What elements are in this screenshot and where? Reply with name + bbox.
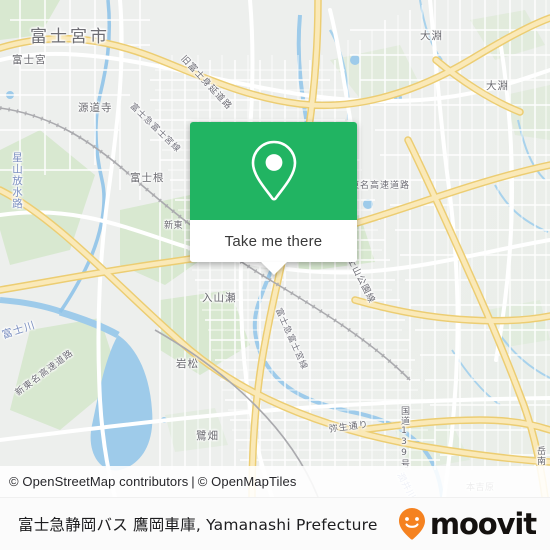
attribution-openmaptiles[interactable]: © OpenMapTiles [198, 474, 297, 489]
moovit-wordmark: moovit [429, 507, 537, 541]
moovit-logo[interactable]: moovit [397, 507, 537, 541]
map-canvas[interactable]: 富士宮市 富士宮 源道寺 富士根 大淵 大淵 入山瀬 岩松 鷺畑 本吉原 岳南 … [0, 0, 550, 497]
map-pin-icon [251, 140, 296, 201]
footer-bar: 富士急静岡バス 鷹岡車庫, Yamanashi Prefecture moovi… [0, 497, 550, 550]
moovit-pin-icon [398, 508, 425, 540]
attribution-separator: | [191, 474, 195, 489]
location-popup-card[interactable]: Take me there [190, 122, 357, 275]
popup-card-pointer [260, 262, 287, 275]
take-me-there-button[interactable]: Take me there [190, 220, 357, 262]
map-attribution: © OpenStreetMap contributors | © OpenMap… [0, 466, 550, 497]
location-title: 富士急静岡バス 鷹岡車庫, Yamanashi Prefecture [18, 516, 378, 534]
popup-card-header [190, 122, 357, 220]
attribution-osm[interactable]: © OpenStreetMap contributors [9, 474, 188, 489]
moovit-map-screen: 富士宮市 富士宮 源道寺 富士根 大淵 大淵 入山瀬 岩松 鷺畑 本吉原 岳南 … [0, 0, 550, 550]
